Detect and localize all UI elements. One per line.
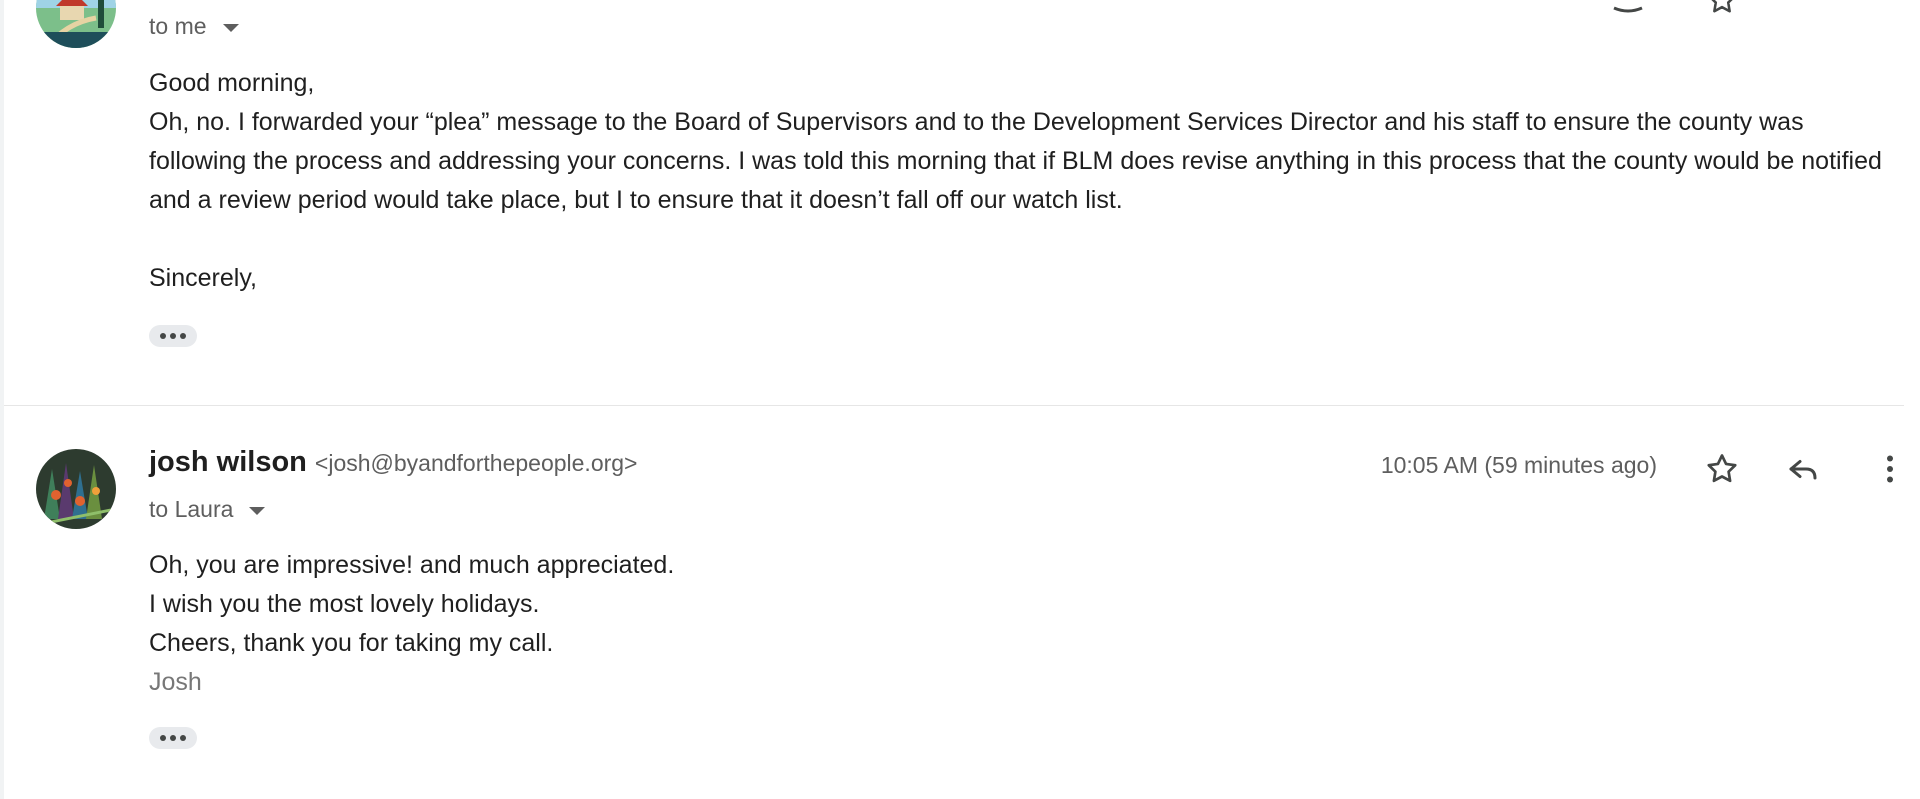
partial-icon xyxy=(1613,6,1643,13)
body-line: Cheers, thank you for taking my call. xyxy=(149,629,554,657)
body-paragraph: Oh, no. I forwarded your “plea” message … xyxy=(149,108,1882,214)
message-body-2: Oh, you are impressive! and much appreci… xyxy=(149,546,1889,702)
thread-left-border xyxy=(0,0,4,799)
dot-icon xyxy=(180,735,186,741)
avatar-farmhouse-image xyxy=(36,0,116,48)
body-line: Oh, you are impressive! and much appreci… xyxy=(149,551,675,579)
chevron-down-icon xyxy=(249,506,266,515)
body-line: I wish you the most lovely holidays. xyxy=(149,590,540,618)
star-icon xyxy=(1707,454,1737,483)
reply-icon xyxy=(1789,460,1817,480)
sender-email: <josh@byandforthepeople.org> xyxy=(314,450,638,476)
dot-icon xyxy=(170,333,176,339)
recipient-label: to me xyxy=(149,13,207,39)
greeting-text: Good morning, xyxy=(149,69,315,97)
star-button-1[interactable] xyxy=(1700,0,1744,22)
avatar-pattern-image xyxy=(36,449,116,529)
signature-text: Josh xyxy=(149,668,202,696)
message-body-1: Good morning, Oh, no. I forwarded your “… xyxy=(149,64,1889,298)
more-vert-icon xyxy=(1887,455,1893,483)
closing-text: Sincerely, xyxy=(149,264,257,292)
sender-avatar-1[interactable] xyxy=(36,0,116,48)
star-button[interactable] xyxy=(1700,447,1744,491)
reply-button[interactable] xyxy=(1781,447,1825,491)
more-options-button[interactable] xyxy=(1868,447,1912,491)
message-timestamp: 10:05 AM (59 minutes ago) xyxy=(1380,452,1657,478)
sender-line: josh wilson <josh@byandforthepeople.org> xyxy=(149,446,638,479)
sender-name[interactable]: josh wilson xyxy=(149,446,307,479)
show-trimmed-content-button-2[interactable] xyxy=(149,727,197,749)
recipient-label: to Laura xyxy=(149,496,234,522)
dot-icon xyxy=(170,735,176,741)
message-divider xyxy=(4,405,1904,406)
sender-avatar-2[interactable] xyxy=(36,449,116,529)
show-trimmed-content-button-1[interactable] xyxy=(149,325,197,347)
dot-icon xyxy=(160,735,166,741)
star-icon xyxy=(1711,0,1733,13)
recipient-details-2[interactable]: to Laura xyxy=(149,496,266,523)
chevron-down-icon xyxy=(222,23,239,32)
dot-icon xyxy=(180,333,186,339)
email-thread: to me Good morning, Oh, no. I forwarded … xyxy=(0,0,1920,799)
recipient-details-1[interactable]: to me xyxy=(149,13,239,40)
dot-icon xyxy=(160,333,166,339)
